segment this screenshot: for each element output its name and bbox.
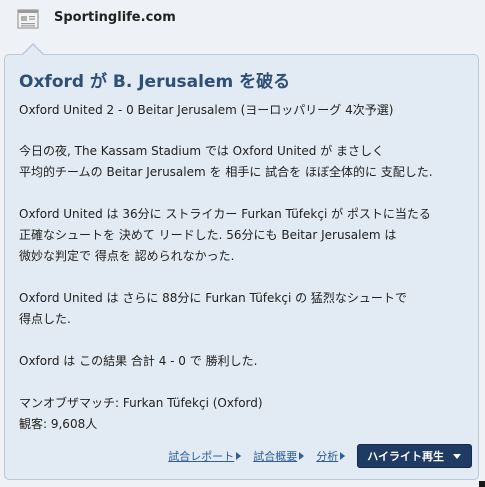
- match-facts: マンオブザマッチ: Furkan Tüfekçi (Oxford) 観客: 9,…: [19, 393, 263, 435]
- news-card: Oxford が B. Jerusalem を破る Oxford United …: [4, 54, 479, 480]
- match-summary-link[interactable]: 試合概要: [253, 448, 305, 464]
- analysis-link[interactable]: 分析: [316, 448, 346, 464]
- card-pointer-fill: [23, 45, 43, 55]
- chevron-down-icon: [453, 453, 461, 459]
- arrow-right-icon: [236, 452, 242, 460]
- match-score-line: Oxford United 2 - 0 Beitar Jerusalem (ヨー…: [19, 103, 394, 117]
- headline: Oxford が B. Jerusalem を破る: [19, 72, 291, 92]
- news-header: Sportinglife.com: [0, 0, 485, 42]
- newspaper-icon: [17, 9, 39, 29]
- article-paragraph-4: Oxford は この結果 合計 4 - 0 で 勝利した.: [19, 354, 258, 368]
- source-name: Sportinglife.com: [54, 10, 176, 25]
- article-paragraph-1: 今日の夜, The Kassam Stadium では Oxford Unite…: [19, 144, 433, 179]
- article-paragraph-3: Oxford United は さらに 88分に Furkan Tüfekçi …: [19, 291, 407, 326]
- arrow-right-icon: [340, 452, 346, 460]
- arrow-right-icon: [299, 452, 305, 460]
- action-bar: 試合レポート 試合概要 分析 ハイライト再生: [168, 444, 472, 468]
- play-highlights-button[interactable]: ハイライト再生: [357, 444, 472, 468]
- article-paragraph-2: Oxford United は 36分に ストライカー Furkan Tüfek…: [19, 207, 431, 263]
- window-corner: [479, 481, 485, 487]
- match-report-link[interactable]: 試合レポート: [168, 448, 242, 464]
- attendance: 観客: 9,608人: [19, 417, 98, 431]
- man-of-the-match: マンオブザマッチ: Furkan Tüfekçi (Oxford): [19, 396, 263, 410]
